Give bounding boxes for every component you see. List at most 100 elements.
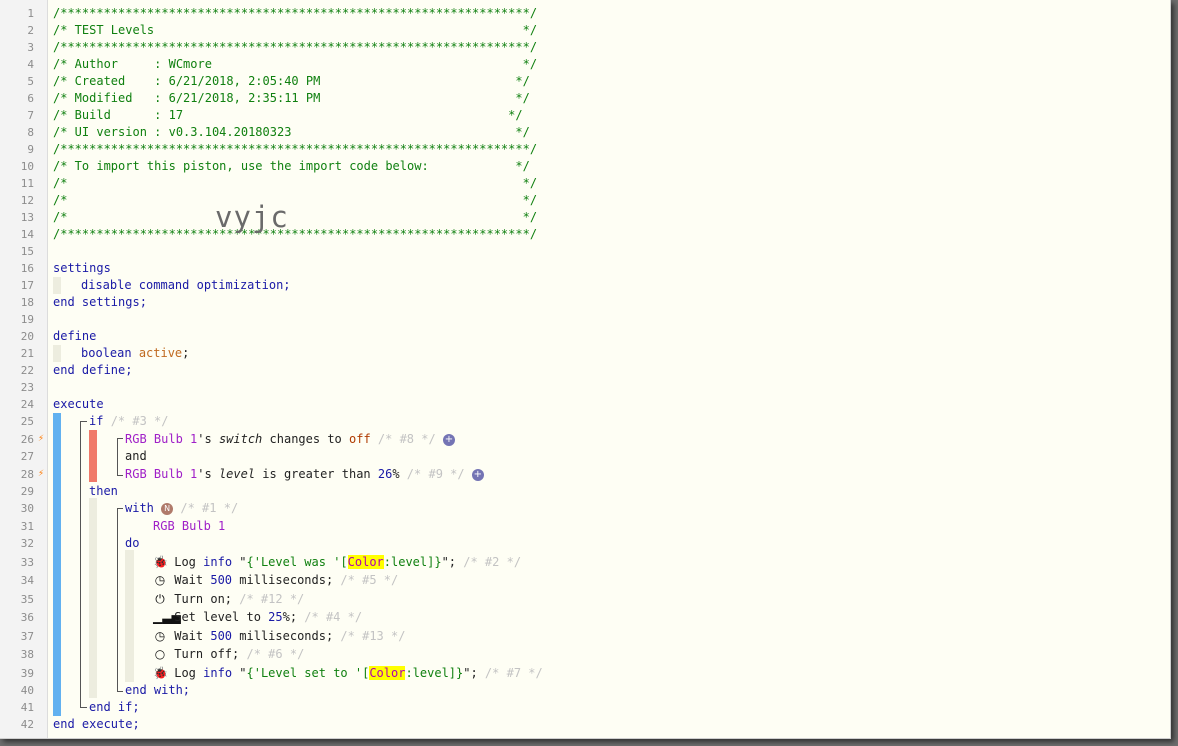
- action-comment: /* #7 */: [477, 666, 543, 680]
- if-bracket: [80, 421, 87, 708]
- line-number: 19: [20, 313, 34, 326]
- statement-end: ;: [182, 346, 190, 360]
- action-number: 500: [210, 629, 233, 643]
- line-number: 7: [27, 109, 34, 122]
- with-comment: /* #1 */: [180, 501, 239, 515]
- clock-icon: ◷: [154, 573, 166, 587]
- variable-declaration[interactable]: boolean active;: [81, 345, 189, 362]
- action-turn-on[interactable]: ⏻ Turn on; /* #12 */: [153, 591, 304, 608]
- line-number: 9: [27, 143, 34, 156]
- header-empty-line: /* */: [53, 193, 538, 207]
- line-number: 31: [20, 520, 34, 533]
- code-editor[interactable]: 1 2 3 4 5 6 7 8 9 10 11 12 13 14 15 16 17 18 19 20 21 22 23 24 2…: [0, 0, 1171, 739]
- line-number: 11: [20, 177, 34, 190]
- action-verb: Log: [174, 666, 204, 680]
- condition-level[interactable]: RGB Bulb 1's level is greater than 26% /…: [125, 466, 484, 483]
- log-string: {'Level was '[: [246, 555, 348, 569]
- do-keyword[interactable]: do: [125, 535, 139, 552]
- line-number: 13: [20, 211, 34, 224]
- header-border: /***************************************…: [53, 142, 538, 156]
- unit: %: [392, 467, 400, 481]
- with-statement[interactable]: with N /* #1 */: [125, 500, 238, 517]
- line-number: 40: [20, 684, 34, 697]
- header-border: /***************************************…: [53, 6, 538, 20]
- action-number: 25: [268, 610, 283, 624]
- comparison-operator: changes to: [262, 432, 349, 446]
- line-number: 14: [20, 228, 34, 241]
- with-badge: N: [161, 502, 174, 515]
- action-wait[interactable]: ◷ Wait 500 milliseconds; /* #13 */: [153, 628, 406, 645]
- action-turn-off[interactable]: ○ Turn off; /* #6 */: [153, 646, 305, 663]
- condition-bracket: [117, 438, 123, 476]
- action-unit: milliseconds;: [232, 573, 334, 587]
- trigger-bolt-icon: ⚡: [38, 468, 45, 479]
- log-string: :level]}: [405, 666, 464, 680]
- line-number: 18: [20, 296, 34, 309]
- line-number: 22: [20, 364, 34, 377]
- line-number: 42: [20, 718, 34, 731]
- action-set-level[interactable]: ▁▃▅ Set level to 25%; /* #4 */: [153, 609, 362, 626]
- line-number: 10: [20, 160, 34, 173]
- log-string: {'Level set to '[: [246, 666, 370, 680]
- device-name: RGB Bulb 1: [125, 467, 198, 481]
- settings-item[interactable]: disable command optimization;: [81, 277, 291, 294]
- line-number: 32: [20, 537, 34, 550]
- action-log[interactable]: 🐞 Log info "{'Level was '[Color:level]}"…: [153, 554, 521, 571]
- comparison-operator: is greater than: [255, 467, 378, 481]
- quote: ": [232, 666, 247, 680]
- do-block-bar: [125, 550, 134, 682]
- action-text: Wait: [174, 573, 211, 587]
- add-condition-icon[interactable]: +: [471, 468, 484, 481]
- if-statement[interactable]: if /* #3 */: [89, 413, 168, 430]
- line-number: 3: [27, 41, 34, 54]
- header-author: /* Author : WCmore */: [53, 57, 538, 71]
- condition-comment: /* #8 */: [370, 432, 443, 446]
- header-ui-version: /* UI version : v0.3.104.20180323 */: [53, 125, 530, 139]
- header-created: /* Created : 6/21/2018, 2:05:40 PM */: [53, 74, 530, 88]
- action-comment: /* #13 */: [333, 629, 406, 643]
- action-unit: %;: [282, 610, 298, 624]
- action-comment: /* #4 */: [297, 610, 363, 624]
- possessive: 's: [197, 467, 219, 481]
- line-number: 36: [20, 611, 34, 624]
- settings-keyword[interactable]: settings: [53, 260, 111, 277]
- execute-keyword[interactable]: execute: [53, 396, 104, 413]
- line-number: 5: [27, 75, 34, 88]
- line-number: 34: [20, 574, 34, 587]
- line-number: 20: [20, 330, 34, 343]
- action-comment: /* #12 */: [232, 592, 305, 606]
- attribute-name: level: [218, 467, 256, 481]
- condition-switch[interactable]: RGB Bulb 1's switch changes to off /* #8…: [125, 431, 455, 448]
- action-wait[interactable]: ◷ Wait 500 milliseconds; /* #5 */: [153, 572, 398, 589]
- action-log[interactable]: 🐞 Log info "{'Level set to '[Color:level…: [153, 665, 543, 682]
- clock-icon: ◷: [154, 629, 166, 643]
- header-border: /***************************************…: [53, 40, 538, 54]
- line-number: 4: [27, 58, 34, 71]
- action-unit: milliseconds;: [232, 629, 334, 643]
- condition-trigger-bar: [89, 430, 97, 482]
- line-number: 21: [20, 347, 34, 360]
- line-number: 8: [27, 126, 34, 139]
- quote: ";: [441, 555, 457, 569]
- settings-indent-bar: [53, 277, 61, 294]
- end-execute-keyword: end execute;: [53, 717, 140, 731]
- line-number: 38: [20, 648, 34, 661]
- possessive: 's: [197, 432, 219, 446]
- line-number: 29: [20, 485, 34, 498]
- line-number: 1: [27, 7, 34, 20]
- trigger-bolt-icon: ⚡: [38, 433, 45, 444]
- log-string: :level]}: [383, 555, 442, 569]
- with-device[interactable]: RGB Bulb 1: [153, 518, 225, 535]
- add-condition-icon[interactable]: +: [442, 433, 455, 446]
- then-keyword[interactable]: then: [89, 483, 118, 500]
- define-keyword[interactable]: define: [53, 328, 96, 345]
- define-indent-bar: [53, 345, 61, 362]
- execute-block-bar: [53, 413, 61, 716]
- line-number: 17: [20, 279, 34, 292]
- line-number: 37: [20, 630, 34, 643]
- action-comment: /* #6 */: [239, 647, 305, 661]
- end-settings-keyword: end settings;: [53, 295, 147, 309]
- action-comment: /* #2 */: [456, 555, 522, 569]
- and-operator[interactable]: and: [125, 448, 147, 465]
- circle-off-icon: ○: [154, 647, 166, 661]
